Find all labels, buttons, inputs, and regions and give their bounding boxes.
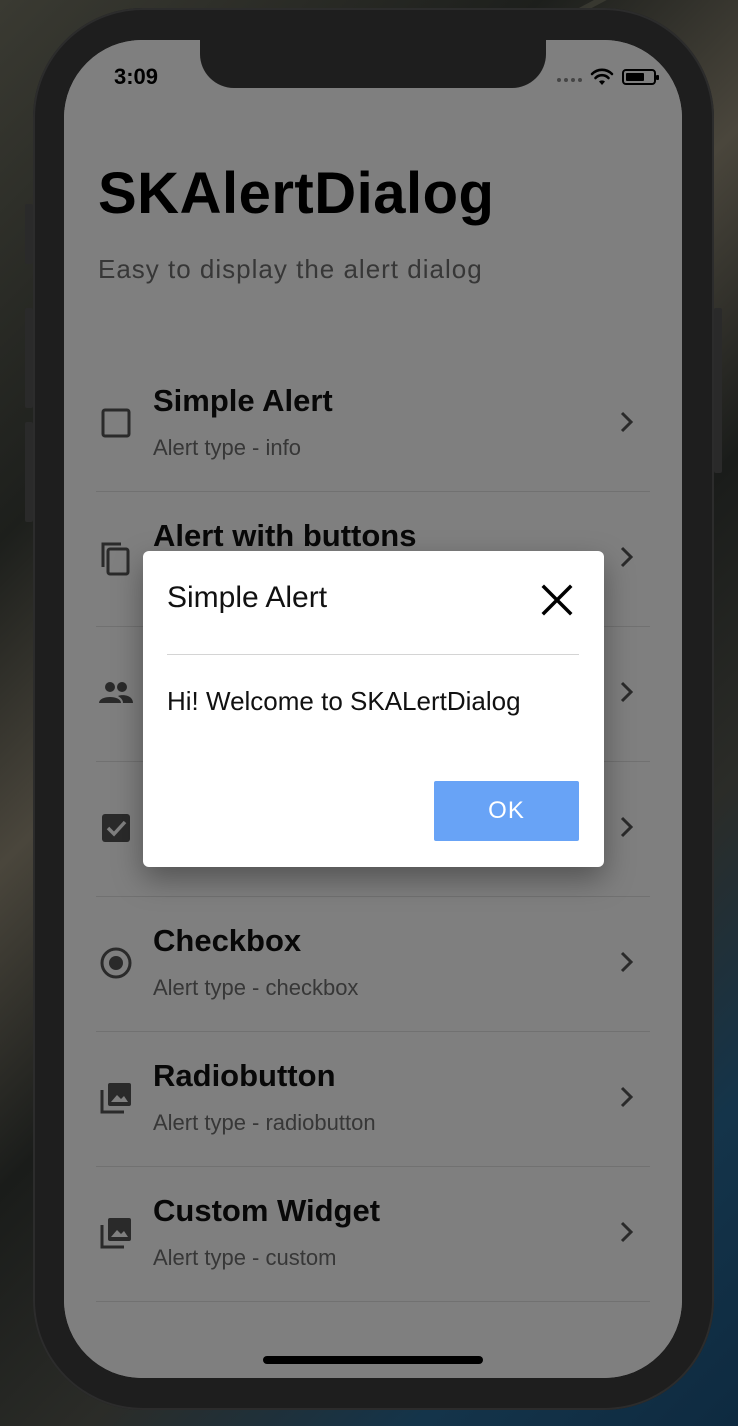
dialog-title: Simple Alert (167, 581, 328, 614)
alert-dialog: Simple Alert Hi! Welcome to SKALertDialo… (143, 551, 604, 867)
dialog-message: Hi! Welcome to SKALertDialog (167, 686, 521, 716)
volume-down-button (25, 422, 33, 522)
dialog-divider (167, 654, 579, 655)
mute-switch (25, 204, 33, 264)
ok-button[interactable]: OK (434, 781, 579, 841)
close-icon[interactable] (540, 583, 574, 617)
power-button (714, 308, 722, 473)
volume-up-button (25, 308, 33, 408)
notch (200, 40, 546, 88)
